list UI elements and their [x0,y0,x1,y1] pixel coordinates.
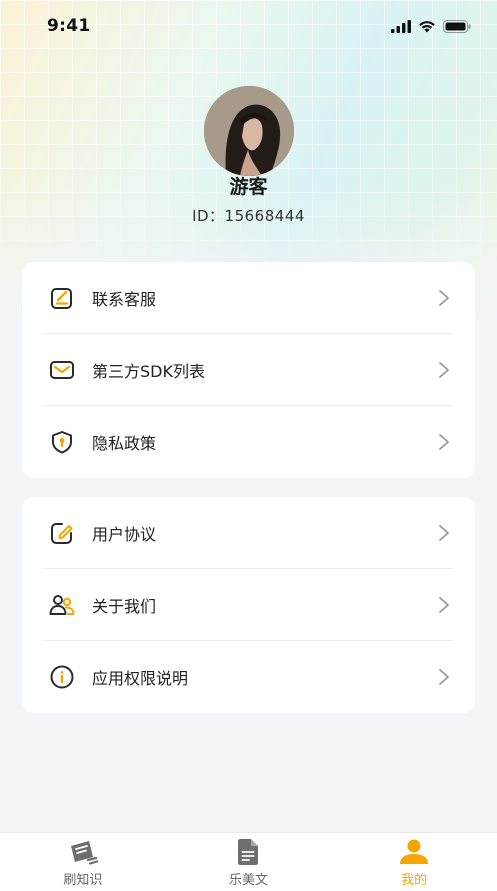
shield-icon [48,428,76,456]
avatar[interactable] [204,86,294,176]
tab-label: 我的 [401,873,428,888]
chevron-right-icon [439,289,449,306]
chevron-right-icon [439,361,449,378]
menu-card-2: 用户协议 关于我们 应用权限说明 [22,497,475,713]
menu-item-about-us[interactable]: 关于我们 [44,569,453,641]
tab-mine[interactable]: 我的 [354,836,474,888]
pencil-square-icon [48,519,76,547]
menu-item-label: 联系客服 [92,289,157,309]
battery-icon [443,19,471,33]
profile-name: 游客 [229,176,268,198]
status-bar: 9:41 [0,0,497,52]
envelope-icon [48,356,76,384]
profile-id: ID：15668444 [192,207,305,225]
book-icon [67,836,99,866]
tab-knowledge[interactable]: 刷知识 [23,836,143,888]
tab-label: 乐美文 [228,873,268,888]
menu-item-label: 第三方SDK列表 [92,361,205,381]
menu-item-contact-support[interactable]: 联系客服 [44,262,453,334]
menu-item-label: 隐私政策 [92,434,157,453]
users-icon [48,591,76,619]
menu-item-third-party-sdk[interactable]: 第三方SDK列表 [44,334,453,406]
chevron-right-icon [439,596,449,613]
cellular-signal-icon [391,19,411,33]
menu-card-1: 联系客服 第三方SDK列表 隐私政策 [22,262,475,478]
status-time: 9:41 [47,16,91,36]
menu-item-label: 关于我们 [92,596,157,616]
bottom-tab-bar: 刷知识 乐美文 我的 [0,832,497,891]
document-icon [235,836,261,866]
status-icons [391,19,471,33]
wifi-icon [419,20,435,32]
menu-item-privacy-policy[interactable]: 隐私政策 [44,406,453,478]
menu-item-label: 用户协议 [92,524,157,544]
chevron-right-icon [439,434,449,450]
chevron-right-icon [439,669,449,685]
menu-item-user-agreement[interactable]: 用户协议 [44,497,453,569]
chevron-right-icon [439,524,449,541]
menu-item-label: 应用权限说明 [92,669,189,688]
tab-essays[interactable]: 乐美文 [188,836,308,888]
info-icon [48,663,76,691]
menu-item-app-permissions[interactable]: 应用权限说明 [44,641,453,713]
tab-label: 刷知识 [63,873,103,888]
edit-note-icon [48,284,76,312]
avatar-photo [204,86,294,176]
profile-icon [397,836,431,866]
